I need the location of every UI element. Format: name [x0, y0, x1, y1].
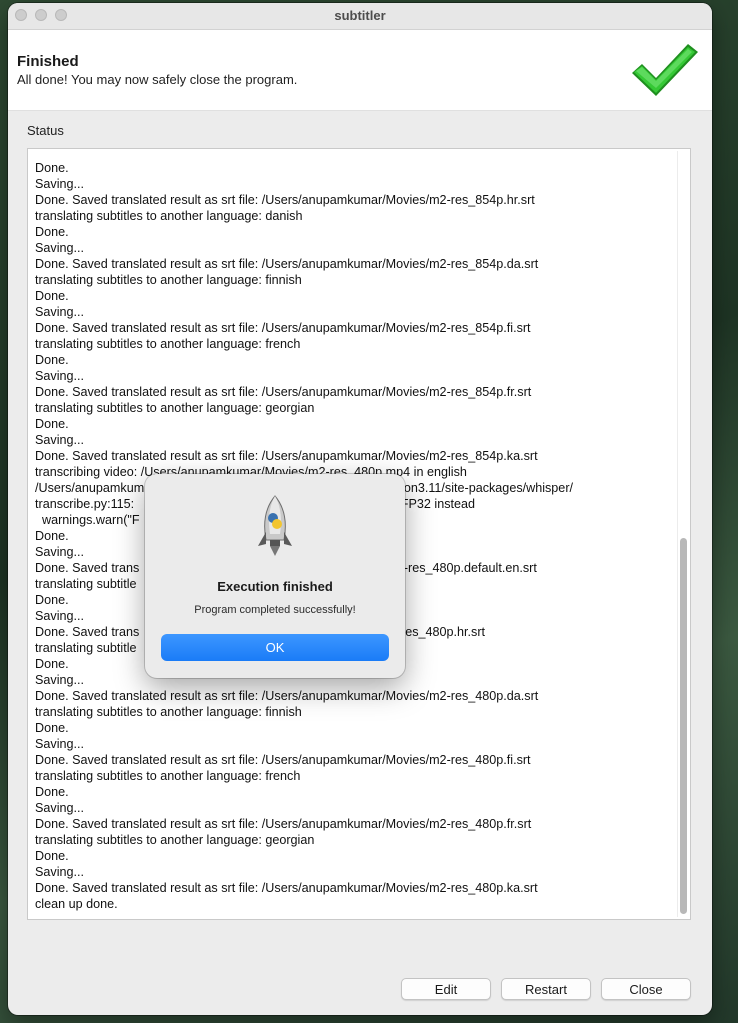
window-title: subtitler	[334, 8, 386, 23]
execution-finished-dialog: Execution finished Program completed suc…	[145, 474, 405, 678]
status-label: Status	[27, 123, 64, 138]
python-rocket-icon	[258, 495, 292, 556]
page-title: Finished	[17, 53, 79, 70]
edit-button[interactable]: Edit	[401, 978, 491, 1000]
ok-button[interactable]: OK	[161, 634, 389, 661]
checkmark-icon	[632, 44, 698, 96]
close-button[interactable]: Close	[601, 978, 691, 1000]
dialog-message: Program completed successfully!	[194, 604, 356, 616]
page-subtitle: All done! You may now safely close the p…	[17, 72, 298, 87]
log-scrollbar-thumb[interactable]	[680, 538, 687, 914]
title-bar[interactable]: subtitler	[8, 3, 712, 30]
restart-button[interactable]: Restart	[501, 978, 591, 1000]
header-panel: Finished All done! You may now safely cl…	[8, 30, 712, 111]
dialog-title: Execution finished	[217, 579, 333, 594]
